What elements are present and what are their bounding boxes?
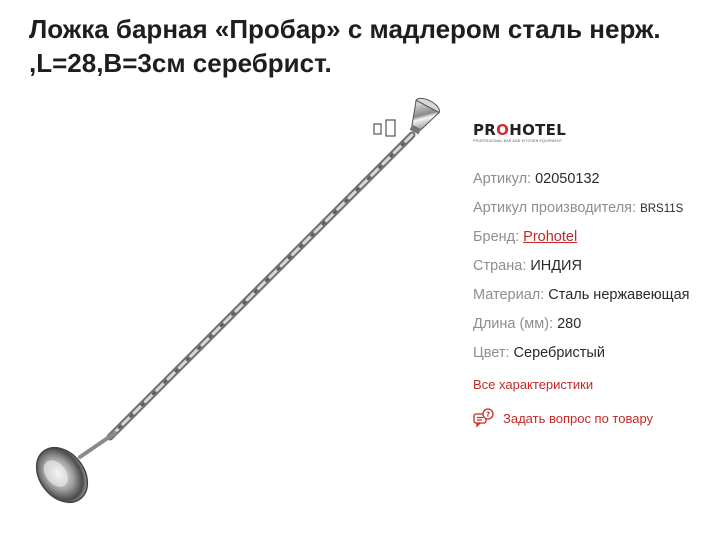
spec-value: 02050132	[535, 171, 600, 187]
spec-row-color: Цвет: Серебристый	[473, 344, 728, 373]
spec-row-article: Артикул: 02050132	[473, 170, 728, 199]
spec-row-manufacturer-article: Артикул производителя: BRS11S	[473, 199, 728, 228]
spec-label: Артикул:	[473, 171, 532, 187]
gallery-icon[interactable]	[372, 118, 398, 140]
all-specs-link[interactable]: Все характеристики	[473, 377, 593, 392]
spec-value: ИНДИЯ	[530, 258, 582, 274]
spec-value: Серебристый	[513, 345, 605, 361]
product-image[interactable]	[0, 85, 465, 534]
ask-question-link[interactable]: ? Задать вопрос по товару	[473, 408, 653, 428]
spec-label: Страна:	[473, 258, 527, 274]
chat-question-icon: ?	[473, 408, 494, 428]
ask-question-label: Задать вопрос по товару	[503, 410, 654, 426]
spec-row-material: Материал: Сталь нержавеющая	[473, 286, 728, 315]
svg-text:?: ?	[486, 411, 490, 419]
spec-label: Бренд:	[473, 229, 520, 245]
brand-link[interactable]: Prohotel	[523, 229, 577, 245]
spec-value: 280	[557, 316, 582, 332]
spec-value: Сталь нержавеющая	[548, 287, 690, 303]
spec-row-length: Длина (мм): 280	[473, 315, 728, 344]
page-title: Ложка барная «Пробар» с мадлером сталь н…	[29, 14, 661, 78]
spec-list: Артикул: 02050132 Артикул производителя: B…	[473, 170, 728, 373]
spec-label: Цвет:	[473, 345, 510, 361]
spec-label: Артикул производителя:	[473, 200, 637, 216]
spec-label: Длина (мм):	[473, 316, 554, 332]
spec-value: BRS11S	[640, 203, 684, 215]
spec-row-brand: Бренд: Prohotel	[473, 228, 728, 257]
brand-logo: PROHOTEL PROFESSIONAL BAR AND KITCHEN EQ…	[473, 121, 567, 144]
spec-row-country: Страна: ИНДИЯ	[473, 257, 728, 286]
spec-label: Материал:	[473, 287, 545, 303]
